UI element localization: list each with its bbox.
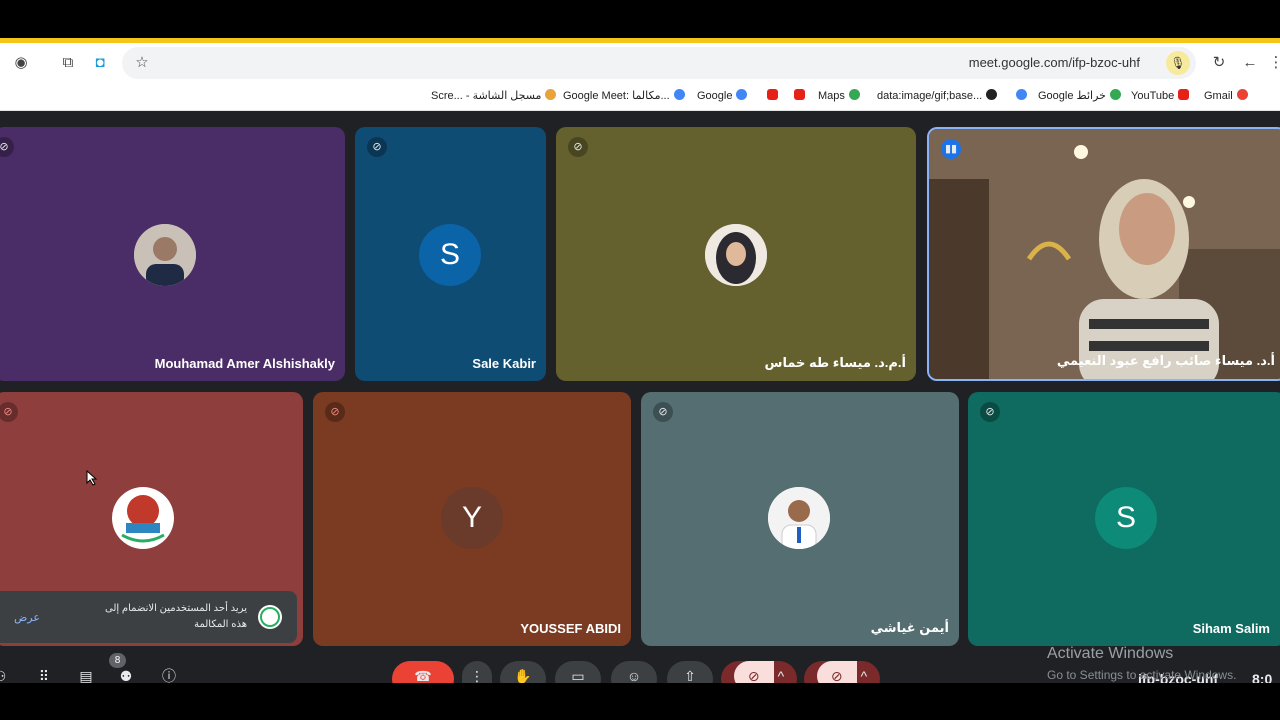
person-photo-icon [768,487,830,549]
participant-name: Mouhamad Amer Alshishakly [154,356,335,371]
bookmark-item[interactable]: Maps [818,89,860,102]
mic-off-icon: ⊘ [568,137,588,157]
browser-toolbar: ◉ ⧉ ◘ ☆ meet.google.com/ifp-bzoc-uhf 🎙 ↻… [0,43,1280,83]
youtube-icon [1178,89,1190,100]
mic-off-icon: ⊘ [980,402,1000,422]
bookmark-item[interactable]: Google [697,89,748,102]
logo-icon [260,607,280,627]
back-icon[interactable]: ← [1240,53,1260,73]
avatar: Y [441,487,503,549]
video-feed [929,129,1280,379]
avatar [705,224,767,286]
participant-name: Sale Kabir [472,356,536,371]
requester-avatar [258,605,282,629]
participant-name: Siham Salim [1192,621,1270,636]
extensions-icon[interactable]: ⧉ [58,53,78,73]
screen-recorder-icon[interactable]: ◘ [90,53,110,73]
gmail-icon [1236,89,1248,100]
bookmark-item[interactable]: data:image/gif;base... [877,89,998,102]
address-bar[interactable]: ☆ meet.google.com/ifp-bzoc-uhf 🎙 [122,47,1196,79]
maps-icon [1109,89,1121,100]
mic-off-icon: ⊘ [367,137,387,157]
join-request-message: يريد أحد المستخدمين الانضمام إلى هذه الم… [104,603,247,630]
speaking-indicator-icon: ▮▮ [941,139,961,159]
people-count-badge: 8 [109,653,126,668]
window-top-bar [0,0,1280,38]
logo-icon [113,488,173,548]
avatar [112,487,174,549]
activate-windows-subtitle: Go to Settings to activate Windows. [1047,668,1237,682]
mic-off-icon: ⊘ [0,137,14,157]
view-request-button[interactable]: عرض [14,611,40,624]
maps-icon [848,89,860,100]
participant-name: أيمن غياشي [870,620,949,635]
participant-tile[interactable]: ⊘ S Siham Salim [968,392,1280,646]
url-text: meet.google.com/ifp-bzoc-uhf [968,55,1140,70]
google-icon[interactable] [1012,89,1027,102]
window-bottom-bar [0,683,1280,720]
youtube-icon[interactable] [790,89,805,102]
participant-tile[interactable]: ⊘ أ.م.د. ميساء طه خماس [556,127,916,381]
bookmark-item[interactable]: Scre... - مسجل الشاشة [431,89,557,102]
mic-icon[interactable]: 🎙 [1166,51,1190,75]
bookmarks-bar: Scre... - مسجل الشاشة Google Meet: مكالم… [0,83,1280,111]
join-request-toast: عرض يريد أحد المستخدمين الانضمام إلى هذه… [0,591,297,643]
participant-tile[interactable]: ⊘ أيمن غياشي [641,392,959,646]
bookmark-item[interactable]: YouTube [1131,89,1190,102]
avatar [134,224,196,286]
google-icon [673,89,685,100]
google-icon [736,89,748,100]
avatar: S [1095,487,1157,549]
participant-name: YOUSSEF ABIDI [520,621,621,636]
globe-icon [986,89,998,100]
participant-tile[interactable]: ⊘ Mouhamad Amer Alshishakly [0,127,345,381]
avatar [768,487,830,549]
mic-off-icon: ⊘ [653,402,673,422]
mic-off-icon: ⊘ [0,402,18,422]
bookmark-item[interactable]: Google Meet: مكالما... [563,89,685,102]
participant-tile-active-speaker[interactable]: ▮▮ أ.د. ميساء صائب رافع عبود النعيمي [927,127,1280,381]
participant-tile[interactable]: ⊘ S Sale Kabir [355,127,546,381]
bookmark-favicon-icon [545,89,557,100]
person-photo-icon [134,224,196,286]
participant-name: أ.م.د. ميساء طه خماس [764,355,906,370]
person-photo-icon [705,224,767,286]
bookmark-item[interactable]: Gmail [1204,89,1248,102]
bookmark-item[interactable]: Google خرائط [1038,89,1121,102]
profile-icon[interactable]: ◉ [11,53,31,73]
mouse-cursor-icon [86,470,98,486]
reload-icon[interactable]: ↻ [1209,53,1229,73]
bookmark-star-icon[interactable]: ☆ [132,53,152,73]
mic-off-icon: ⊘ [325,402,345,422]
participant-tile[interactable]: ⊘ Y YOUSSEF ABIDI [313,392,631,646]
menu-icon[interactable]: ⋮ [1266,53,1280,73]
participant-name: أ.د. ميساء صائب رافع عبود النعيمي [1056,353,1275,368]
avatar: S [419,224,481,286]
youtube-icon[interactable] [763,89,778,102]
activate-windows-title: Activate Windows [1047,645,1174,662]
